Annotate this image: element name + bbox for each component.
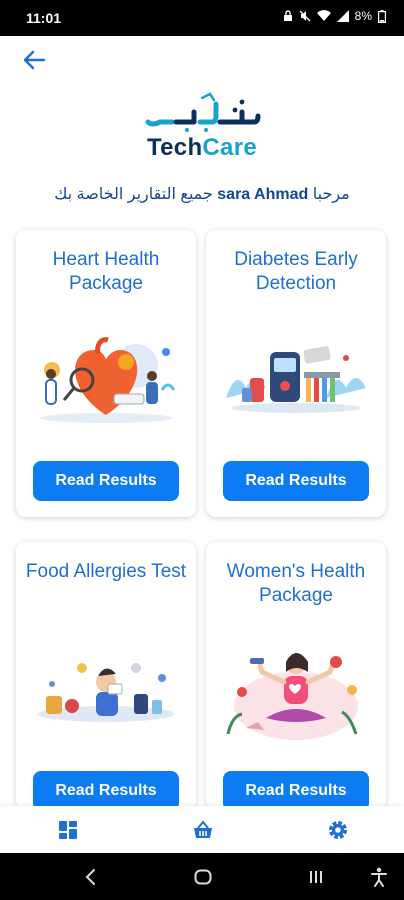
system-recents-icon[interactable] xyxy=(308,869,324,885)
womens-health-illustration xyxy=(226,653,358,740)
welcome-suffix: جميع التقارير الخاصة بك xyxy=(54,186,213,203)
welcome-prefix: مرحبا xyxy=(312,186,350,203)
card-title: Women's Health Package xyxy=(226,561,366,606)
status-bar: 11:01 8% xyxy=(0,0,404,36)
back-arrow-icon[interactable] xyxy=(20,46,48,74)
battery-percent: 8% xyxy=(354,9,372,23)
techcare-arabic-logo xyxy=(145,92,261,132)
wifi-icon xyxy=(316,10,331,21)
card-title: Diabetes Early Detection xyxy=(234,249,358,294)
read-results-button[interactable]: Read Results xyxy=(223,461,369,501)
welcome-message: مرحبا sara Ahmad جميع التقارير الخاصة بك xyxy=(0,184,404,204)
read-results-button[interactable]: Read Results xyxy=(33,771,179,811)
report-card-diabetes[interactable]: Diabetes Early Detection Read Results xyxy=(206,230,386,517)
mute-icon xyxy=(299,10,311,22)
read-results-button[interactable]: Read Results xyxy=(33,461,179,501)
status-time: 11:01 xyxy=(26,10,62,26)
accessibility-icon[interactable] xyxy=(370,867,388,887)
dashboard-icon[interactable] xyxy=(56,818,80,842)
basket-icon[interactable] xyxy=(191,818,215,842)
card-title: Food Allergies Test xyxy=(25,561,187,582)
bottom-navigation xyxy=(0,806,404,853)
card-title: Heart Health Package xyxy=(52,249,160,294)
read-results-button[interactable]: Read Results xyxy=(223,771,369,811)
logo-arabic xyxy=(0,92,404,137)
logo-english: TechCare xyxy=(146,134,257,161)
system-back-icon[interactable] xyxy=(84,868,98,886)
signal-icon xyxy=(336,10,349,22)
battery-icon xyxy=(378,9,386,23)
gear-icon[interactable] xyxy=(326,818,350,842)
report-card-food-allergies[interactable]: Food Allergies Test Read Results xyxy=(16,542,196,811)
lock-icon xyxy=(283,10,292,21)
heart-health-illustration xyxy=(40,337,176,423)
system-navigation-bar xyxy=(0,853,404,900)
system-home-icon[interactable] xyxy=(194,869,212,885)
status-icons: 8% xyxy=(283,9,386,23)
user-name: sara Ahmad xyxy=(217,186,309,203)
food-allergies-illustration xyxy=(38,663,174,722)
report-card-heart-health[interactable]: Heart Health Package Read Results xyxy=(16,230,196,517)
diabetes-illustration xyxy=(226,346,366,413)
report-card-womens-health[interactable]: Women's Health Package Read Results xyxy=(206,542,386,811)
